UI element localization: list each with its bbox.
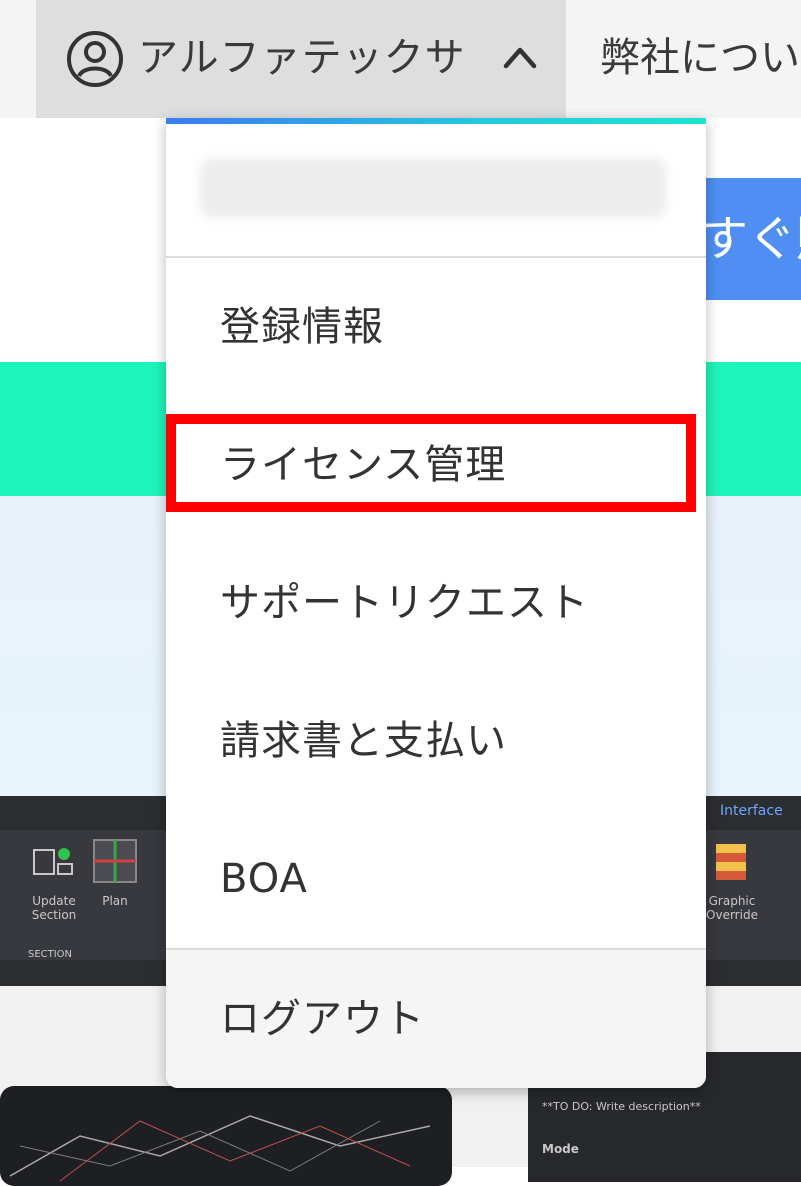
- wireframe-image: [9, 1115, 431, 1182]
- cta-button[interactable]: すぐ購: [690, 178, 801, 300]
- top-nav: アルファテックサ 弊社につい: [0, 0, 801, 118]
- dropdown-accent-bar: [166, 118, 706, 124]
- nav-link-about[interactable]: 弊社につい: [600, 30, 800, 86]
- mode-label: Mode: [542, 1142, 579, 1156]
- menu-item-label: 登録情報: [220, 304, 384, 350]
- highlight-box: [166, 414, 696, 512]
- account-name: アルファテックサ: [138, 35, 466, 81]
- update-section-label: Update Section: [31, 894, 77, 922]
- interface-tab: Interface: [720, 803, 783, 819]
- graphic-override-label: Graphic Override: [706, 894, 758, 922]
- plan-label: Plan: [102, 894, 128, 908]
- menu-item-logout[interactable]: ログアウト: [166, 950, 706, 1088]
- menu-item-billing[interactable]: 請求書と支払い: [166, 672, 706, 810]
- model-thumbnail: [0, 1086, 452, 1186]
- menu-item-label: BOA: [220, 856, 308, 902]
- menu-item-registration[interactable]: 登録情報: [166, 258, 706, 396]
- description-text: **TO DO: Write description**: [542, 1100, 701, 1113]
- user-circle-icon: [67, 31, 123, 87]
- graphic-override-icon: [716, 844, 746, 880]
- account-dropdown: 登録情報 ライセンス管理 サポートリクエスト 請求書と支払い BOA ログアウト: [166, 118, 706, 1088]
- ribbon-toolbar-right: Graphic Override: [700, 830, 801, 960]
- menu-item-label: 請求書と支払い: [220, 718, 507, 764]
- chevron-up-icon: [503, 47, 537, 69]
- blurred-email: [200, 158, 666, 218]
- plan-icon: [93, 839, 137, 883]
- menu-item-support-request[interactable]: サポートリクエスト: [166, 534, 706, 672]
- app-screenshot-right: Interface Graphic Override: [700, 796, 801, 986]
- app-screenshot-left: Update Section Plan SECTION: [0, 796, 170, 986]
- ribbon-toolbar: Update Section Plan SECTION: [0, 830, 170, 960]
- menu-item-label: ログアウト: [220, 996, 425, 1042]
- section-icon: [33, 848, 73, 875]
- menu-item-boa[interactable]: BOA: [166, 810, 706, 948]
- menu-item-label: サポートリクエスト: [220, 580, 589, 626]
- section-group-label: SECTION: [27, 949, 73, 960]
